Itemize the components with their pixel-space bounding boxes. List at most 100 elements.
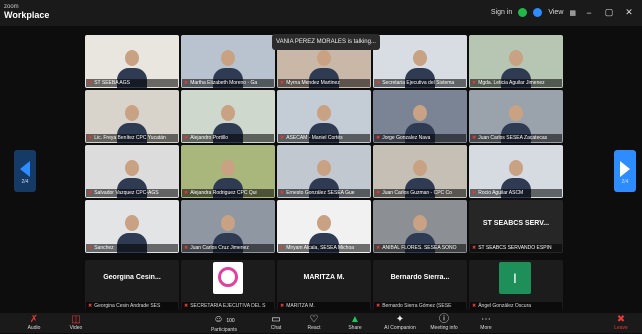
mic-muted-icon: ✖ (280, 190, 285, 196)
meeting-info-button[interactable]: ⓘ Meeting info (422, 314, 466, 332)
react-button[interactable]: ♡ React (292, 314, 336, 332)
participant-tile[interactable]: I ✖ Ángel González Oscura (469, 260, 563, 310)
video-tile[interactable]: ✖ ANIBAL FLORES. SESEA SONO (373, 200, 467, 253)
participant-name-bar: ✖ Secretaria Ejecutiva del Sistema (374, 79, 466, 87)
minimize-button[interactable]: − (582, 8, 596, 18)
participant-row: Georgina Cesin... ✖ Georgina Cesin Andrad… (85, 260, 565, 310)
participant-display-name: Bernardo Sierra... (390, 274, 450, 281)
participant-name-bar: ✖ Ángel González Oscura (470, 302, 562, 310)
participants-icon: ☺ 100 (213, 314, 235, 325)
share-screen-icon: ▲ (350, 314, 360, 325)
video-tile[interactable]: ✖ Secretaria Ejecutiva del Sistema (373, 35, 467, 88)
video-tile[interactable]: ✖ Juan Carlos Cruz Jimenez (181, 200, 275, 253)
participant-display-name: ST SEABCS SERV... (482, 220, 550, 227)
mic-muted-icon: ✖ (280, 135, 285, 141)
video-tile[interactable]: ✖ Lic. Freya Benítez CPC Yucatán (85, 90, 179, 143)
mic-muted-icon: ✖ (184, 303, 189, 309)
participant-name-bar: ✖ Juan Carlos Guzman - CPC Co (374, 189, 466, 197)
organization-logo (213, 262, 243, 294)
chevron-right-icon (620, 161, 630, 177)
video-tile[interactable]: ✖ Mgda. Leticia Aguilar Jimenez (469, 35, 563, 88)
brand-bottom: Workplace (4, 10, 50, 20)
next-page-button[interactable]: 2/4 (614, 150, 636, 192)
video-tile[interactable]: ✖ Juan Carlos SESEA Zacatecas (469, 90, 563, 143)
shield-icon (518, 8, 528, 17)
previous-page-button[interactable]: 2/4 (14, 150, 36, 192)
sign-in-button[interactable]: Sign in (491, 9, 512, 16)
participant-name-bar: ✖ Juan Carlos SESEA Zacatecas (470, 134, 562, 142)
mic-muted-icon: ✖ (472, 303, 477, 309)
participant-name-bar: ✖ ST SEABCS SERVANDO ESPIN (470, 244, 562, 252)
participant-tile[interactable]: Georgina Cesin... ✖ Georgina Cesin Andrad… (85, 260, 179, 310)
chevron-left-icon (20, 161, 30, 177)
video-tile[interactable]: ✖ Juan Carlos Guzman - CPC Co (373, 145, 467, 198)
sparkle-icon: ✦ (395, 314, 405, 325)
video-tile[interactable]: ✖ ASECAM - Maniel Cortés (277, 90, 371, 143)
mic-muted-icon: ✖ (184, 190, 189, 196)
leave-icon: ✖ (616, 314, 626, 325)
page-indicator: 2/4 (621, 179, 629, 185)
mic-muted-icon: ✖ (472, 190, 477, 196)
video-tile[interactable]: ✖ Miryam Alcala, SESEA Michoa (277, 200, 371, 253)
video-tile[interactable]: ✖ Alejandro Portillo (181, 90, 275, 143)
mic-muted-icon: ✖ (184, 135, 189, 141)
video-tile[interactable]: ✖ Martha Elizabeth Moreno - Ga (181, 35, 275, 88)
video-tile[interactable]: ✖ Alejandra Rodriguez CPC Qui (181, 145, 275, 198)
info-icon: ⓘ (439, 314, 449, 325)
participant-name-bar: ✖ ASECAM - Maniel Cortés (278, 134, 370, 142)
video-tile[interactable]: ✖ Jorge Gonzalez Nava (373, 90, 467, 143)
more-button[interactable]: ⋯ More (464, 314, 508, 332)
grid-icon[interactable]: ▦ (569, 9, 576, 17)
close-button[interactable]: ✕ (622, 7, 636, 18)
mic-muted-icon: ✖ (280, 245, 285, 251)
view-button[interactable]: View (548, 9, 563, 16)
camera-off-icon: ◫ (71, 314, 81, 325)
meeting-toolbar: ✗ Audio ◫ Video ☺ 100 Participants ▭ Cha… (0, 313, 642, 333)
leave-button[interactable]: ✖ Leave (606, 314, 636, 332)
video-tile[interactable]: ✖ Rocio Aguilar ASCM (469, 145, 563, 198)
mic-muted-icon: ✖ (88, 190, 93, 196)
participant-name-bar: ✖ ST SEEBA AGS (86, 79, 178, 87)
participant-name-bar: ✖ Martha Elizabeth Moreno - Ga (182, 79, 274, 87)
title-bar-controls: Sign in View ▦ − ▢ ✕ (491, 7, 636, 18)
participant-tile[interactable]: ✖ SECRETARIA EJECUTIVA DEL S (181, 260, 275, 310)
mic-muted-icon: ✖ (184, 245, 189, 251)
participant-display-name: MARITZA M. (303, 274, 345, 281)
participants-button[interactable]: ☺ 100 Participants (202, 314, 246, 334)
avatar: I (499, 262, 531, 294)
participant-tile[interactable]: Bernardo Sierra... ✖ Bernardo Sierra Góme… (373, 260, 467, 310)
mic-muted-icon: ✖ (280, 303, 285, 309)
video-tile[interactable]: ✖ ST SEEBA AGS (85, 35, 179, 88)
participant-name-bar: ✖ Mgda. Leticia Aguilar Jimenez (470, 79, 562, 87)
participant-name-bar: ✖ Alejandra Rodriguez CPC Qui (182, 189, 274, 197)
mic-muted-icon: ✖ (376, 245, 381, 251)
mic-muted-icon: ✖ (376, 303, 381, 309)
info-icon[interactable] (533, 8, 543, 17)
mic-muted-icon: ✖ (376, 190, 381, 196)
video-tile[interactable]: ✖ Ernesto González SESEA Gue (277, 145, 371, 198)
audio-button[interactable]: ✗ Audio (12, 314, 56, 332)
video-tile[interactable]: ✖ Salvador Vazquez CPC-AGS (85, 145, 179, 198)
participant-name-bar: ✖ Sanchez (86, 244, 178, 252)
video-tile[interactable]: ✖ Sanchez (85, 200, 179, 253)
video-tile[interactable]: ST SEABCS SERV... ✖ ST SEABCS SERVANDO ESP… (469, 200, 563, 253)
heart-icon: ♡ (309, 314, 319, 325)
video-grid: ✖ ST SEEBA AGS ✖ Martha Elizabeth Moreno - … (85, 35, 565, 253)
mic-muted-icon: ✖ (472, 80, 477, 86)
mic-muted-icon: ✖ (376, 135, 381, 141)
participant-name-bar: ✖ Lic. Freya Benítez CPC Yucatán (86, 134, 178, 142)
mic-muted-icon: ✖ (280, 80, 285, 86)
ai-companion-button[interactable]: ✦ AI Companion (378, 314, 422, 332)
mic-muted-icon: ✖ (184, 80, 189, 86)
mic-muted-icon: ✖ (472, 245, 477, 251)
share-button[interactable]: ▲ Share (333, 314, 377, 332)
participant-name-bar: ✖ Salvador Vazquez CPC-AGS (86, 189, 178, 197)
participant-name-bar: ✖ Rocio Aguilar ASCM (470, 189, 562, 197)
participant-name-bar: ✖ Bernardo Sierra Gómez (SESE (374, 302, 466, 310)
participant-name-bar: ✖ MARITZA M. (278, 302, 370, 310)
participant-tile[interactable]: MARITZA M. ✖ MARITZA M. (277, 260, 371, 310)
video-button[interactable]: ◫ Video (54, 314, 98, 332)
participant-name-bar: ✖ Ernesto González SESEA Gue (278, 189, 370, 197)
app-logo: zoom Workplace (4, 4, 49, 20)
restore-button[interactable]: ▢ (602, 7, 616, 18)
